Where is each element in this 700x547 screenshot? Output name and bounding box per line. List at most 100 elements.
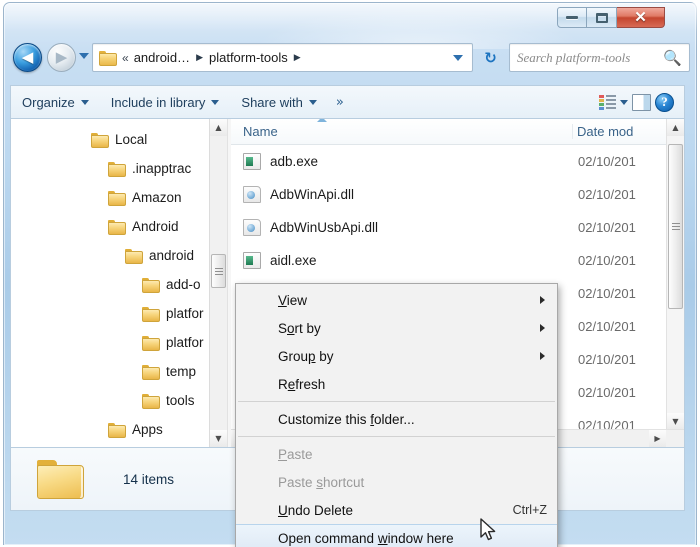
chevron-right-icon[interactable]: ▶ (190, 52, 209, 63)
tree-item-tools[interactable]: tools (11, 386, 227, 415)
folder-icon (108, 161, 126, 177)
include-in-library-button[interactable]: Include in library (100, 89, 231, 116)
submenu-arrow-icon (540, 324, 545, 332)
column-header-label: Date mod (577, 124, 634, 139)
scroll-right-icon[interactable]: ▶ (649, 430, 666, 447)
search-icon: 🔍 (663, 48, 682, 67)
close-icon: ✕ (634, 9, 647, 26)
menu-item-accelerator: Ctrl+Z (512, 503, 547, 517)
table-row[interactable]: AdbWinUsbApi.dll 02/10/201 (231, 211, 684, 244)
file-name-cell: AdbWinUsbApi.dll (231, 219, 572, 236)
filelist-scrollbar-thumb[interactable] (668, 144, 683, 309)
change-view-icon[interactable] (599, 94, 616, 110)
navpane-scrollbar[interactable]: ▲ ▼ (209, 119, 227, 447)
maximize-button[interactable] (587, 7, 617, 28)
navigation-pane: Local .inapptrac Amazon Android android (11, 119, 227, 447)
tree-item-android[interactable]: Android (11, 212, 227, 241)
navpane-scrollbar-thumb[interactable] (211, 254, 226, 288)
scroll-down-icon[interactable]: ▼ (210, 430, 227, 447)
refresh-icon: ↻ (484, 48, 497, 67)
column-headers: Name Date mod (231, 119, 684, 145)
organize-button[interactable]: Organize (11, 89, 100, 116)
menu-separator (238, 436, 555, 437)
tree-item-inapptrack[interactable]: .inapptrac (11, 154, 227, 183)
breadcrumb-item-android[interactable]: android… (134, 50, 190, 65)
tree-item-temp[interactable]: temp (11, 357, 227, 386)
folder-icon (99, 50, 117, 66)
breadcrumb-item-platform-tools[interactable]: platform-tools (209, 50, 288, 65)
preview-pane-icon[interactable] (632, 93, 651, 111)
chevron-down-icon (211, 99, 220, 105)
tree-item-add-ons[interactable]: add-o (11, 270, 227, 299)
toolbar-right-group: ? (599, 92, 684, 112)
tree-item-apps[interactable]: Apps (11, 415, 227, 444)
folder-icon (91, 132, 109, 148)
maximize-icon (595, 12, 608, 23)
table-row[interactable]: aidl.exe 02/10/201 (231, 244, 684, 277)
menu-item-sort-by[interactable]: Sort by (236, 314, 557, 342)
include-in-library-label: Include in library (110, 94, 206, 110)
chevron-right-icon[interactable]: ▶ (288, 52, 307, 63)
table-row[interactable]: AdbWinApi.dll 02/10/201 (231, 178, 684, 211)
column-header-label: Name (243, 124, 278, 139)
item-count-label: 14 items (123, 471, 175, 487)
filelist-vertical-scrollbar[interactable]: ▲ ▼ (666, 119, 684, 430)
folder-icon (142, 393, 160, 409)
share-with-button[interactable]: Share with (230, 89, 327, 116)
search-input[interactable]: Search platform-tools 🔍 (509, 43, 690, 72)
chevron-down-icon (80, 99, 89, 105)
menu-item-refresh[interactable]: Refresh (236, 370, 557, 398)
tree-item-label: android (149, 248, 195, 263)
tree-item-amazon[interactable]: Amazon (11, 183, 227, 212)
help-icon[interactable]: ? (655, 92, 674, 112)
forward-arrow-icon: ▶ (55, 48, 68, 66)
tree-item-platform-tools[interactable]: platfor (11, 328, 227, 357)
tree-item-platforms[interactable]: platfor (11, 299, 227, 328)
menu-item-group-by[interactable]: Group by (236, 342, 557, 370)
table-row[interactable]: adb.exe 02/10/201 (231, 145, 684, 178)
forward-button[interactable]: ▶ (47, 43, 76, 72)
tree-item-local[interactable]: Local (11, 125, 227, 154)
chevron-down-icon[interactable] (453, 54, 463, 61)
back-arrow-icon: ◀ (21, 48, 34, 66)
grip-icon (671, 223, 680, 230)
menu-item-undo-delete[interactable]: Undo Delete Ctrl+Z (236, 496, 557, 524)
history-dropdown-icon[interactable] (79, 53, 89, 59)
toolbar-overflow-button[interactable]: » (328, 95, 352, 110)
menu-item-customize-this-folder[interactable]: Customize this folder... (236, 405, 557, 433)
folder-icon (108, 422, 126, 438)
folder-icon (108, 190, 126, 206)
submenu-arrow-icon (540, 352, 545, 360)
minimize-button[interactable] (557, 7, 587, 28)
breadcrumb[interactable]: « android… ▶ platform-tools ▶ (92, 43, 473, 72)
tree-item-label: .inapptrac (132, 161, 192, 176)
submenu-arrow-icon (540, 296, 545, 304)
grip-icon (214, 267, 223, 275)
context-menu: View Sort by Group by Refresh Customize … (235, 283, 558, 547)
folder-icon (142, 335, 160, 351)
tree-item-label: Local (115, 132, 148, 147)
menu-item-open-command-window-here[interactable]: Open command window here (236, 524, 557, 547)
tree-item-label: tools (166, 393, 195, 408)
scroll-up-icon[interactable]: ▲ (210, 119, 227, 136)
chevron-down-icon[interactable] (620, 99, 628, 105)
menu-item-label: Refresh (278, 376, 326, 392)
menu-item-label: Paste shortcut (278, 474, 365, 490)
folder-icon (108, 219, 126, 235)
address-bar-row: ◀ ▶ « android… ▶ platform-tools ▶ ↻ Sear… (4, 36, 698, 79)
close-button[interactable]: ✕ (617, 7, 665, 28)
menu-item-view[interactable]: View (236, 286, 557, 314)
tree-item-partial[interactable] (11, 444, 227, 447)
file-name-label: aidl.exe (270, 253, 317, 268)
menu-item-label: Customize this folder... (278, 411, 415, 427)
scroll-down-icon[interactable]: ▼ (667, 413, 684, 430)
scroll-up-icon[interactable]: ▲ (667, 119, 684, 136)
tree-item-android-sdk[interactable]: android (11, 241, 227, 270)
column-header-name[interactable]: Name (231, 119, 572, 139)
folder-icon (142, 364, 160, 380)
back-button[interactable]: ◀ (13, 43, 42, 72)
share-with-label: Share with (241, 94, 303, 110)
refresh-button[interactable]: ↻ (478, 43, 503, 72)
breadcrumb-overflow[interactable]: « (116, 51, 134, 65)
menu-item-paste-shortcut: Paste shortcut (236, 468, 557, 496)
